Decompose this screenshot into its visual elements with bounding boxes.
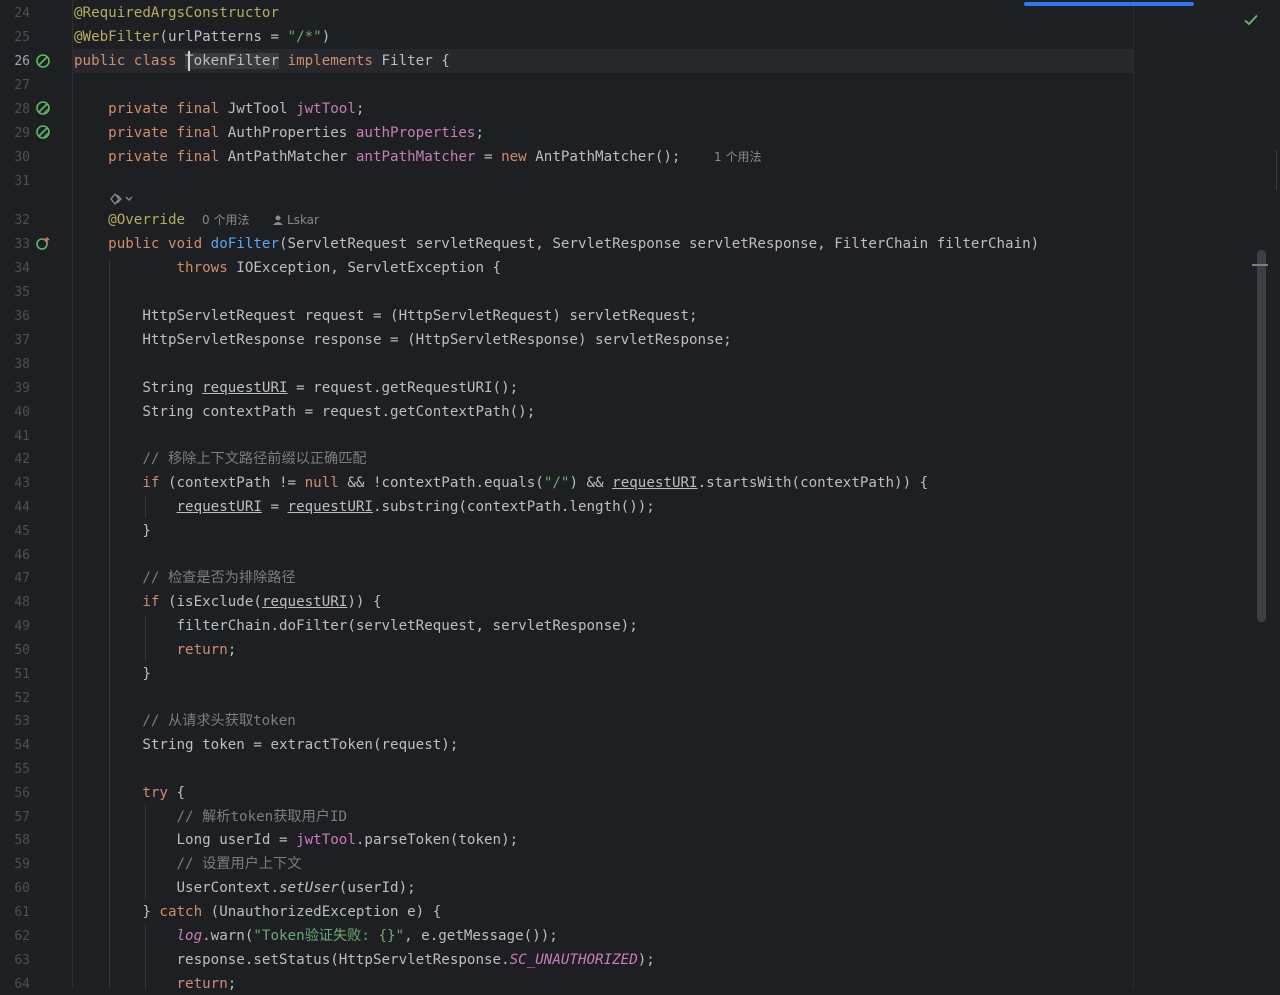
line-number[interactable]: 36 <box>0 307 30 327</box>
code-line-50[interactable]: return; <box>74 640 237 660</box>
code-line-43[interactable]: if (contextPath != null && !contextPath.… <box>74 473 928 493</box>
line-number[interactable]: 52 <box>0 689 30 709</box>
code-line-47[interactable]: // 检查是否为排除路径 <box>74 568 295 588</box>
line-number[interactable]: 35 <box>0 283 30 303</box>
vertical-scrollbar[interactable] <box>1257 250 1266 622</box>
author-icon <box>273 215 283 225</box>
code-line-63[interactable]: response.setStatus(HttpServletResponse.S… <box>74 950 654 970</box>
spring-bean-icon[interactable] <box>35 100 51 116</box>
line-number[interactable]: 41 <box>0 427 30 447</box>
code-line-64[interactable]: return; <box>74 974 237 994</box>
code-line-62[interactable]: log.warn("Token验证失败: {}", e.getMessage()… <box>74 926 558 946</box>
line-number[interactable]: 50 <box>0 641 30 661</box>
code-line-29[interactable]: private final AuthProperties authPropert… <box>74 123 484 143</box>
line-number[interactable]: 49 <box>0 617 30 637</box>
code-line-53[interactable]: // 从请求头获取token <box>74 711 295 731</box>
code-line-44[interactable]: requestURI = requestURI.substring(contex… <box>74 497 655 517</box>
line-number[interactable]: 53 <box>0 712 30 732</box>
line-number[interactable]: 28 <box>0 100 30 120</box>
code-editor[interactable]: 24 25 26 27 28 29 30 31 32 33 34 35 36 37 38 39 40 41 42 43… <box>0 0 1280 992</box>
line-number[interactable]: 54 <box>0 736 30 756</box>
code-line-59[interactable]: // 设置用户上下文 <box>74 854 301 874</box>
code-line-30[interactable]: private final AntPathMatcher antPathMatc… <box>74 147 680 167</box>
code-line-51[interactable]: } <box>74 664 151 684</box>
line-number[interactable]: 25 <box>0 28 30 48</box>
check-icon[interactable] <box>1243 12 1259 28</box>
line-number[interactable]: 51 <box>0 665 30 685</box>
code-line-54[interactable]: String token = extractToken(request); <box>74 735 458 755</box>
usage-count-hint[interactable]: 1 个用法 <box>714 147 761 167</box>
code-line-26[interactable]: public class TokenFilter implements Filt… <box>74 51 450 71</box>
line-number[interactable]: 42 <box>0 450 30 470</box>
code-line-57[interactable]: // 解析token获取用户ID <box>74 807 347 827</box>
code-line-48[interactable]: if (isExclude(requestURI)) { <box>74 592 381 612</box>
line-number[interactable]: 24 <box>0 4 30 24</box>
right-edge-panel <box>1276 150 1280 190</box>
line-number[interactable]: 64 <box>0 975 30 995</box>
line-number[interactable]: 39 <box>0 379 30 399</box>
override-method-icon[interactable] <box>35 236 51 252</box>
code-line-61[interactable]: } catch (UnauthorizedException e) { <box>74 902 441 922</box>
code-line-34[interactable]: throws IOException, ServletException { <box>74 258 501 278</box>
spring-bean-icon[interactable] <box>35 124 51 140</box>
usage-count-hint[interactable]: 0 个用法 <box>202 210 249 230</box>
line-number[interactable]: 44 <box>0 498 30 518</box>
code-line-25[interactable]: @WebFilter(urlPatterns = "/*") <box>74 27 330 47</box>
line-number[interactable]: 38 <box>0 355 30 375</box>
scrollbar-marker <box>1252 264 1268 266</box>
line-number[interactable]: 34 <box>0 259 30 279</box>
line-number[interactable]: 55 <box>0 760 30 780</box>
code-line-56[interactable]: try { <box>74 783 185 803</box>
loading-indicator <box>1024 2 1194 6</box>
line-number[interactable]: 57 <box>0 808 30 828</box>
line-number[interactable]: 45 <box>0 522 30 542</box>
line-number[interactable]: 31 <box>0 172 30 192</box>
line-number[interactable]: 40 <box>0 403 30 423</box>
code-line-24[interactable]: @RequiredArgsConstructor <box>74 3 279 23</box>
code-line-42[interactable]: // 移除上下文路径前缀以正确匹配 <box>74 449 366 469</box>
line-number[interactable]: 61 <box>0 903 30 923</box>
code-line-33[interactable]: public void doFilter(ServletRequest serv… <box>74 234 1039 254</box>
right-margin-guide <box>1133 0 1134 989</box>
line-number[interactable]: 46 <box>0 546 30 566</box>
code-line-45[interactable]: } <box>74 521 151 541</box>
gutter-divider <box>72 0 73 989</box>
code-line-39[interactable]: String requestURI = request.getRequestUR… <box>74 378 518 398</box>
line-number[interactable]: 43 <box>0 474 30 494</box>
line-number[interactable]: 60 <box>0 879 30 899</box>
ai-assist-icon[interactable] <box>109 191 135 207</box>
line-number[interactable]: 33 <box>0 235 30 255</box>
code-line-28[interactable]: private final JwtTool jwtTool; <box>74 99 364 119</box>
author-hint[interactable]: Lskar <box>287 210 319 230</box>
line-number[interactable]: 27 <box>0 76 30 96</box>
line-number[interactable]: 62 <box>0 927 30 947</box>
line-number[interactable]: 56 <box>0 784 30 804</box>
code-line-37[interactable]: HttpServletResponse response = (HttpServ… <box>74 330 731 350</box>
code-line-58[interactable]: Long userId = jwtTool.parseToken(token); <box>74 830 518 850</box>
spring-bean-icon[interactable] <box>35 53 51 69</box>
code-line-32[interactable]: @Override <box>74 210 185 230</box>
line-number[interactable]: 37 <box>0 331 30 351</box>
code-line-49[interactable]: filterChain.doFilter(servletRequest, ser… <box>74 616 637 636</box>
line-number[interactable]: 48 <box>0 593 30 613</box>
line-number[interactable]: 59 <box>0 855 30 875</box>
line-number[interactable]: 47 <box>0 569 30 589</box>
text-caret <box>188 51 190 71</box>
line-number[interactable]: 32 <box>0 211 30 231</box>
code-line-40[interactable]: String contextPath = request.getContextP… <box>74 402 535 422</box>
code-line-60[interactable]: UserContext.setUser(userId); <box>74 878 415 898</box>
line-number[interactable]: 58 <box>0 831 30 851</box>
line-number[interactable]: 29 <box>0 124 30 144</box>
line-number[interactable]: 26 <box>0 52 30 72</box>
line-number[interactable]: 63 <box>0 951 30 971</box>
line-number[interactable]: 30 <box>0 148 30 168</box>
code-line-36[interactable]: HttpServletRequest request = (HttpServle… <box>74 306 697 326</box>
